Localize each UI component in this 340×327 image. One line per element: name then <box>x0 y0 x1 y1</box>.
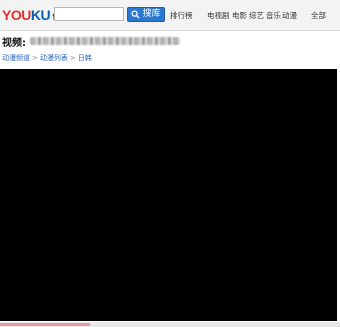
breadcrumb-separator: > <box>69 54 76 62</box>
top-bar: YOUKU 优酷 搜库 排行榜 电视剧 电影 综艺 音乐 动漫 全部 <box>0 0 340 31</box>
breadcrumb-separator: > <box>32 54 38 62</box>
video-title-blurred <box>30 37 180 45</box>
search-input[interactable] <box>54 7 124 21</box>
nav-movie[interactable]: 电影 <box>232 10 247 21</box>
nav-ranking[interactable]: 排行榜 <box>170 10 193 21</box>
nav-anime[interactable]: 动漫 <box>282 10 297 21</box>
logo-you: YOU <box>2 7 31 23</box>
bottom-strip <box>0 322 340 327</box>
video-title-label: 视频: <box>2 37 26 49</box>
search-icon <box>131 10 141 19</box>
video-player[interactable] <box>0 69 337 321</box>
logo-ku: KU <box>30 7 51 23</box>
search-button-label: 搜库 <box>142 9 161 19</box>
nav-music[interactable]: 音乐 <box>266 10 281 21</box>
breadcrumb-japan-korea[interactable]: 日韩 <box>78 54 92 62</box>
breadcrumb: 动漫频道 > 动漫列表 > 日韩 <box>2 53 92 63</box>
search-button[interactable]: 搜库 <box>127 7 165 22</box>
video-title-row: 视频: <box>2 34 180 49</box>
bottom-accent <box>0 323 90 326</box>
nav-variety[interactable]: 综艺 <box>249 10 264 21</box>
logo-wordmark: YOUKU <box>2 7 51 23</box>
top-nav: 排行榜 电视剧 电影 综艺 音乐 动漫 全部 <box>169 10 336 22</box>
nav-all[interactable]: 全部 <box>311 10 326 21</box>
breadcrumb-anime-channel[interactable]: 动漫频道 <box>2 54 30 62</box>
breadcrumb-anime-list[interactable]: 动漫列表 <box>40 54 68 62</box>
nav-tv[interactable]: 电视剧 <box>207 10 230 21</box>
